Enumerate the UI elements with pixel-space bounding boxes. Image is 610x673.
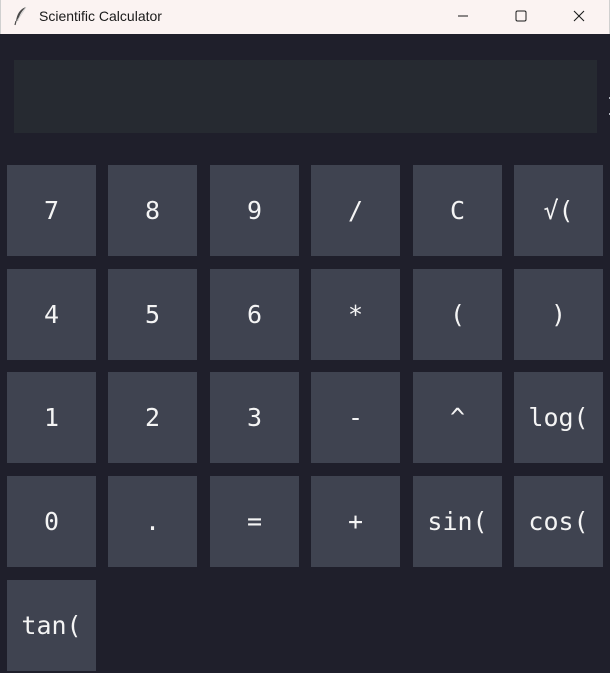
minimize-button[interactable] [434, 0, 492, 32]
calculator-body: 7 8 9 / C √( 4 5 6 * ( ) 1 2 3 - ^ log( … [3, 35, 610, 673]
key-1[interactable]: 1 [7, 372, 96, 463]
key-tan[interactable]: tan( [7, 580, 96, 671]
key-sin[interactable]: sin( [413, 476, 502, 567]
key-4[interactable]: 4 [7, 269, 96, 360]
calculator-window: Scientific Calculator 7 8 9 / C √(4 5 6… [0, 0, 610, 673]
key-multiply[interactable]: * [311, 269, 400, 360]
key-open-paren[interactable]: ( [413, 269, 502, 360]
key-close-paren[interactable]: ) [514, 269, 603, 360]
key-subtract[interactable]: - [311, 372, 400, 463]
key-6[interactable]: 6 [210, 269, 299, 360]
key-equals[interactable]: = [210, 476, 299, 567]
close-button[interactable] [550, 0, 608, 32]
maximize-button[interactable] [492, 0, 550, 32]
minimize-icon [458, 15, 468, 17]
keypad: 7 8 9 / C √( 4 5 6 * ( ) 1 2 3 - ^ log( … [7, 165, 607, 673]
key-sqrt[interactable]: √( [514, 165, 603, 256]
key-8[interactable]: 8 [108, 165, 197, 256]
key-log[interactable]: log( [514, 372, 603, 463]
key-2[interactable]: 2 [108, 372, 197, 463]
key-7[interactable]: 7 [7, 165, 96, 256]
key-clear[interactable]: C [413, 165, 502, 256]
feather-icon [14, 6, 27, 26]
key-decimal[interactable]: . [108, 476, 197, 567]
key-divide[interactable]: / [311, 165, 400, 256]
key-9[interactable]: 9 [210, 165, 299, 256]
maximize-icon [515, 10, 527, 22]
close-icon [573, 10, 585, 22]
key-0[interactable]: 0 [7, 476, 96, 567]
title-bar: Scientific Calculator [0, 0, 610, 34]
window-title: Scientific Calculator [39, 8, 162, 24]
key-cos[interactable]: cos( [514, 476, 603, 567]
key-5[interactable]: 5 [108, 269, 197, 360]
key-add[interactable]: + [311, 476, 400, 567]
key-3[interactable]: 3 [210, 372, 299, 463]
key-power[interactable]: ^ [413, 372, 502, 463]
calculator-display[interactable] [14, 60, 597, 133]
